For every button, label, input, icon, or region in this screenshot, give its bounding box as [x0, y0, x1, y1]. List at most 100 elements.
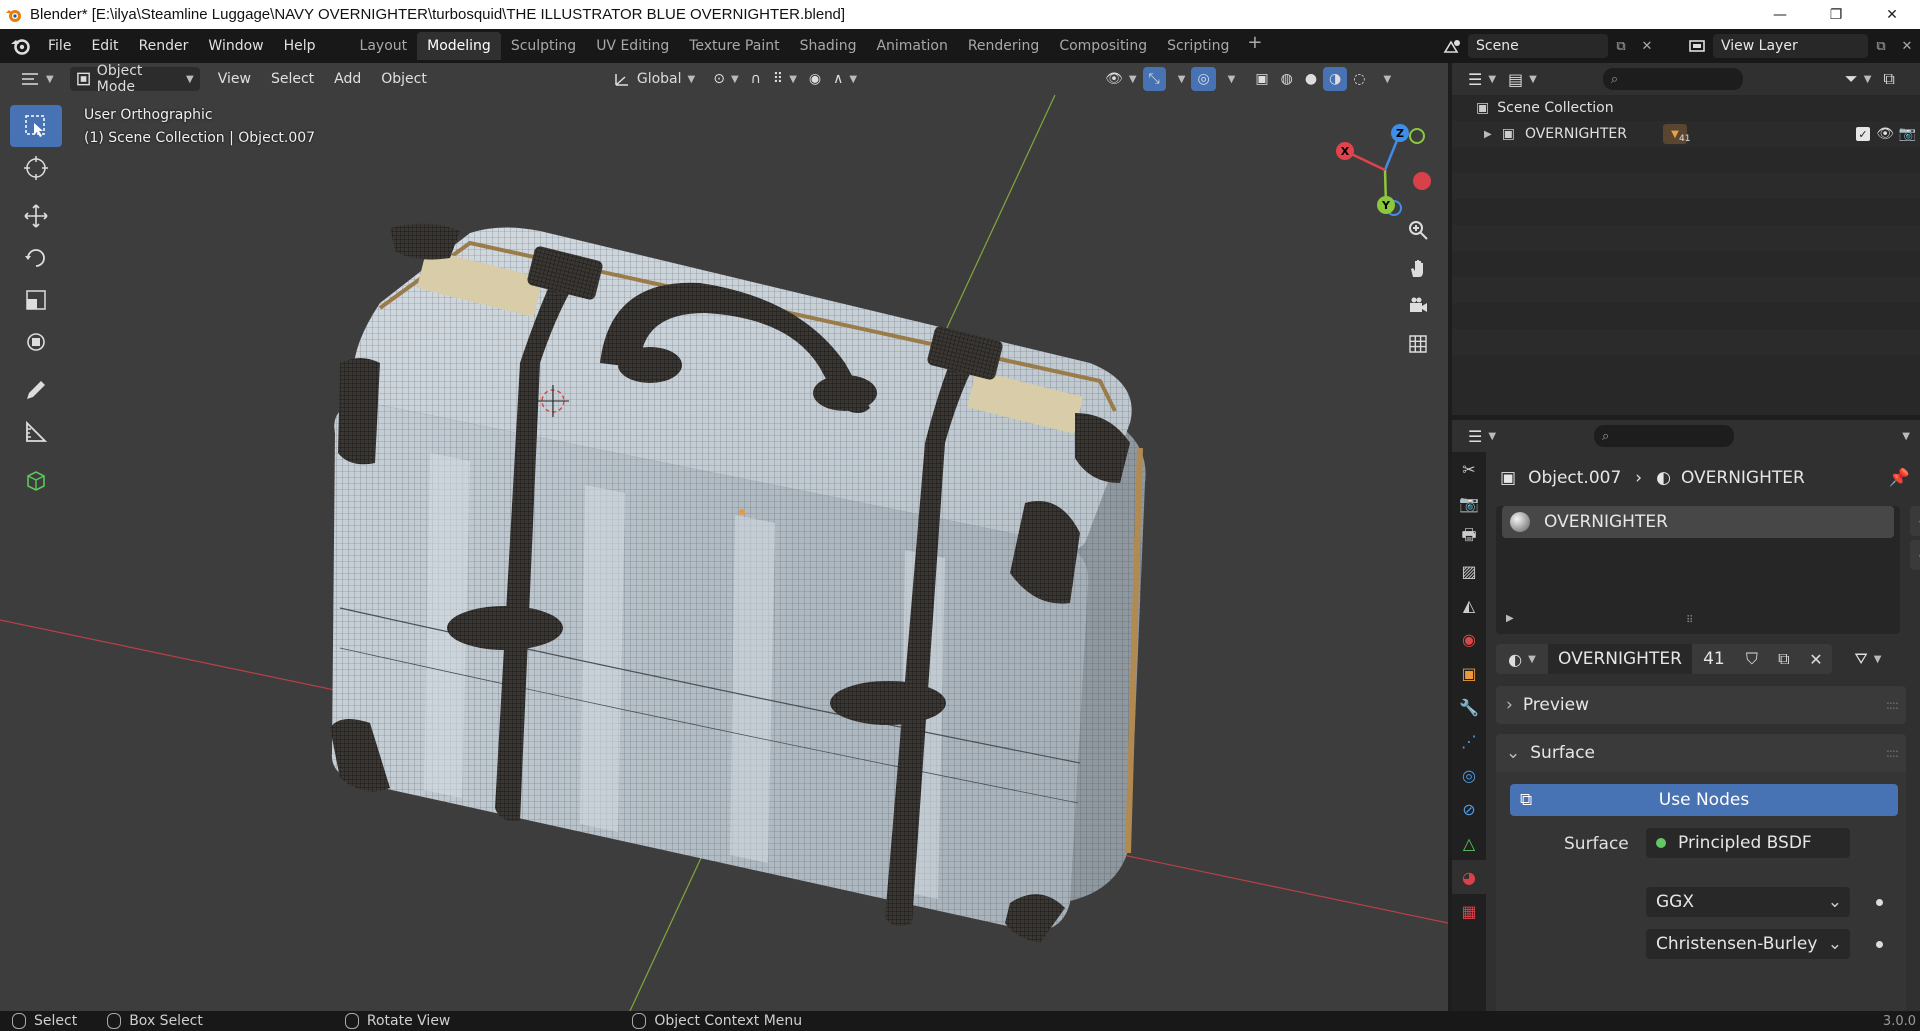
transform-tool[interactable]	[10, 321, 62, 363]
subsurface-method-dropdown[interactable]: Christensen-Burley ⌄	[1646, 929, 1850, 959]
keyframe-dot-icon[interactable]	[1876, 941, 1883, 948]
eye-icon[interactable]: 👁	[1876, 126, 1894, 142]
unlink-material-button[interactable]: ✕	[1799, 644, 1832, 674]
tab-animation[interactable]: Animation	[866, 32, 957, 60]
tab-modeling[interactable]: Modeling	[417, 32, 501, 60]
blender-menu-icon[interactable]	[10, 35, 32, 57]
solid-shading-button[interactable]: ●	[1299, 67, 1323, 91]
material-user-count[interactable]: 41	[1691, 644, 1736, 674]
tab-constraints[interactable]: ⊘	[1452, 792, 1486, 826]
tab-texture-paint[interactable]: Texture Paint	[679, 32, 789, 60]
tab-physics[interactable]: ◎	[1452, 758, 1486, 792]
keyframe-dot-icon[interactable]	[1876, 899, 1883, 906]
neg-y-axis-ball[interactable]	[1409, 128, 1425, 144]
add-workspace-icon[interactable]: +	[1239, 32, 1270, 60]
minimize-button[interactable]: —	[1752, 0, 1808, 29]
expand-arrow-icon[interactable]: ▶	[1506, 613, 1514, 624]
use-nodes-button[interactable]: ⧉ Use Nodes	[1510, 784, 1898, 816]
outliner-scene-collection[interactable]: ▣ Scene Collection	[1452, 95, 1920, 121]
tab-render[interactable]: 📷	[1452, 486, 1486, 520]
menu-file[interactable]: File	[38, 38, 81, 54]
browse-material-button[interactable]: ◐ ▼	[1496, 644, 1548, 674]
tab-sculpting[interactable]: Sculpting	[501, 32, 586, 60]
vp-menu-object[interactable]: Object	[371, 71, 437, 87]
tab-particles[interactable]: ⋰	[1452, 724, 1486, 758]
transform-orientation-dropdown[interactable]: Global ▼	[607, 67, 701, 91]
annotate-tool[interactable]	[10, 369, 62, 411]
new-collection-button[interactable]: ⧉	[1877, 67, 1900, 91]
overlays-dropdown[interactable]: ▼	[1216, 67, 1242, 91]
move-tool[interactable]	[10, 195, 62, 237]
tab-rendering[interactable]: Rendering	[958, 32, 1050, 60]
wireframe-shading-button[interactable]: ◍	[1275, 67, 1299, 91]
delete-scene-icon[interactable]: ✕	[1634, 34, 1660, 58]
editor-type-button[interactable]: ▼	[14, 67, 60, 91]
neg-x-axis-ball[interactable]	[1413, 172, 1431, 190]
remove-slot-button[interactable]: −	[1910, 540, 1920, 570]
snap-target-dropdown[interactable]: ⠿ ▼	[767, 67, 803, 91]
tab-modifiers[interactable]: 🔧	[1452, 690, 1486, 724]
rendered-shading-button[interactable]: ◌	[1347, 67, 1371, 91]
filter-dropdown[interactable]: ⏷ ▼	[1839, 67, 1878, 91]
tab-uv-editing[interactable]: UV Editing	[586, 32, 679, 60]
fake-user-button[interactable]: ⛉	[1735, 644, 1768, 674]
surface-panel-header[interactable]: ⌄ Surface ::::	[1496, 734, 1906, 772]
navigation-gizmo[interactable]: X Z Y	[1330, 115, 1436, 221]
tab-compositing[interactable]: Compositing	[1049, 32, 1157, 60]
view-layer-icon[interactable]	[1683, 34, 1713, 58]
tab-texture[interactable]: ▦	[1452, 894, 1486, 928]
rotate-tool[interactable]	[10, 237, 62, 279]
tab-material[interactable]: ◕	[1452, 860, 1486, 894]
pin-icon[interactable]: 📌	[1889, 468, 1910, 488]
view-layer-field[interactable]: View Layer	[1713, 34, 1868, 58]
tab-scene[interactable]: ◭	[1452, 588, 1486, 622]
select-box-tool[interactable]	[10, 105, 62, 147]
suitcase-model[interactable]	[330, 223, 1146, 943]
menu-edit[interactable]: Edit	[81, 38, 128, 54]
visibility-dropdown[interactable]: 👁 ▼	[1099, 67, 1142, 91]
properties-editor-type[interactable]: ☰ ▼	[1462, 424, 1502, 448]
proportional-edit-toggle[interactable]: ◉	[803, 67, 827, 91]
distribution-dropdown[interactable]: GGX ⌄	[1646, 887, 1850, 917]
tab-data[interactable]: △	[1452, 826, 1486, 860]
add-cube-tool[interactable]	[10, 459, 62, 501]
surface-shader-field[interactable]: Principled BSDF	[1646, 828, 1850, 858]
viewport-scene[interactable]	[0, 63, 1448, 1011]
material-slot-list[interactable]: OVERNIGHTER ▶ ⠿ + − ⌄	[1496, 506, 1920, 634]
xray-toggle[interactable]: ▣	[1249, 67, 1274, 91]
delete-view-layer-icon[interactable]: ✕	[1894, 34, 1920, 58]
scene-icon[interactable]	[1438, 34, 1468, 58]
falloff-dropdown[interactable]: ∧ ▼	[827, 67, 863, 91]
scene-name-field[interactable]: Scene	[1468, 34, 1608, 58]
tab-tool[interactable]: ✂	[1452, 452, 1486, 486]
tab-view-layer[interactable]: ▨	[1452, 554, 1486, 588]
slot-specials-button[interactable]: ⌄	[1910, 582, 1920, 612]
properties-search-input[interactable]: ⌕	[1594, 425, 1735, 447]
close-window-button[interactable]: ✕	[1864, 0, 1920, 29]
link-dropdown[interactable]: ⛛ ▼	[1846, 644, 1890, 674]
maximize-button[interactable]: ❐	[1808, 0, 1864, 29]
resize-handle-icon[interactable]: ⠿	[1686, 615, 1693, 626]
pivot-point-dropdown[interactable]: ⊙ ▼	[707, 67, 744, 91]
outliner-collection-row[interactable]: ▶ ▣ OVERNIGHTER ▼ 41 ✓ 👁 📷	[1452, 121, 1920, 147]
expand-arrow-icon[interactable]: ▶	[1484, 129, 1492, 140]
pan-button[interactable]	[1400, 249, 1436, 287]
new-scene-icon[interactable]: ⧉	[1608, 34, 1634, 58]
snap-toggle[interactable]: ∩	[745, 67, 767, 91]
vp-menu-add[interactable]: Add	[324, 71, 371, 87]
shading-dropdown[interactable]: ▼	[1371, 67, 1397, 91]
vp-menu-view[interactable]: View	[208, 71, 261, 87]
tab-world[interactable]: ◉	[1452, 622, 1486, 656]
exclude-checkbox[interactable]: ✓	[1856, 127, 1870, 141]
tab-shading[interactable]: Shading	[790, 32, 867, 60]
gizmo-dropdown[interactable]: ▼	[1166, 67, 1192, 91]
vp-menu-select[interactable]: Select	[261, 71, 324, 87]
camera-view-button[interactable]	[1400, 287, 1436, 325]
display-mode-dropdown[interactable]: ▤ ▼	[1502, 67, 1543, 91]
drag-handle-icon[interactable]: ::::	[1886, 698, 1899, 712]
render-camera-icon[interactable]: 📷	[1899, 126, 1916, 142]
new-view-layer-icon[interactable]: ⧉	[1868, 34, 1894, 58]
menu-help[interactable]: Help	[274, 38, 326, 54]
tab-object[interactable]: ▣	[1452, 656, 1486, 690]
material-preview-button[interactable]: ◑	[1323, 67, 1348, 91]
